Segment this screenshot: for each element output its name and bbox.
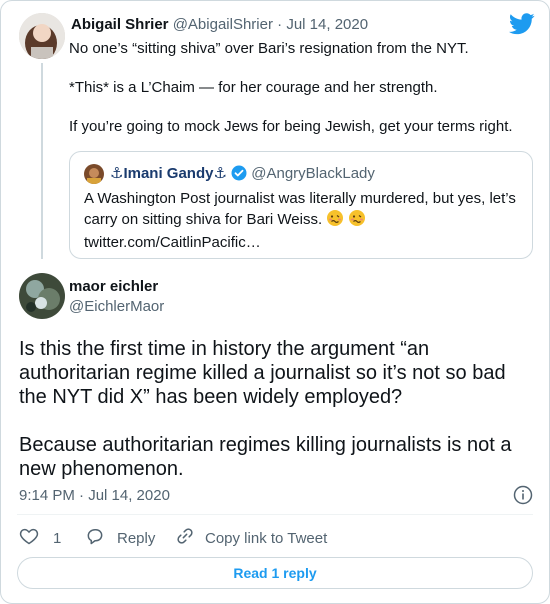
main-tweet-author: maor eichler @EichlerMaor <box>69 277 164 317</box>
thread-connector-line <box>41 63 43 259</box>
reply-icon <box>85 526 105 550</box>
copy-link-action[interactable]: Copy link to Tweet <box>175 526 327 550</box>
main-text-p2-l2: new phenomenon. <box>19 458 184 480</box>
author-name[interactable]: Abigail Shrier <box>71 16 169 33</box>
parent-tweet-text: No one’s “sitting shiva” over Bari’s res… <box>69 39 513 137</box>
divider <box>17 514 533 515</box>
main-text-p1-l1: Is this the first time in history the ar… <box>19 338 430 360</box>
avatar-maor[interactable] <box>19 273 65 319</box>
tweet-date[interactable]: Jul 14, 2020 <box>286 16 368 33</box>
quoted-author-name[interactable]: ⚓Imani Gandy⚓ <box>110 165 227 182</box>
reply-action[interactable]: Reply <box>85 526 155 550</box>
main-author-name[interactable]: maor eichler <box>69 277 164 297</box>
reply-label: Reply <box>117 529 156 547</box>
quoted-header: ⚓Imani Gandy⚓ @AngryBlackLady <box>110 164 375 187</box>
tweet-embed-card: Abigail Shrier @AbigailShrier · Jul 14, … <box>0 0 550 604</box>
main-author-handle[interactable]: @EichlerMaor <box>69 297 164 317</box>
parent-tweet-header: Abigail Shrier @AbigailShrier · Jul 14, … <box>71 15 368 35</box>
parent-text-line2: *This* is a L’Chaim — for her courage an… <box>69 79 438 96</box>
quoted-tweet[interactable]: ⚓Imani Gandy⚓ @AngryBlackLady A Washingt… <box>69 151 533 259</box>
quoted-text-line1: A Washington Post journalist was literal… <box>84 190 516 207</box>
quoted-text: A Washington Post journalist was literal… <box>84 189 516 253</box>
main-tweet-timestamp[interactable]: 9:14 PM · Jul 14, 2020 <box>19 486 170 506</box>
woozy-face-emoji <box>348 209 366 233</box>
read-reply-label: Read 1 reply <box>233 565 317 581</box>
parent-text-line1: No one’s “sitting shiva” over Bari’s res… <box>69 40 469 57</box>
quoted-link[interactable]: twitter.com/CaitlinPacific… <box>84 233 516 253</box>
main-text-p1-l2: authoritarian regime killed a journalist… <box>19 362 506 384</box>
heart-icon <box>19 526 39 550</box>
woozy-face-emoji <box>326 209 344 233</box>
avatar-abigail[interactable] <box>19 13 65 59</box>
main-text-p1-l3: the NYT did X” has been widely employed? <box>19 386 403 408</box>
copy-link-label: Copy link to Tweet <box>205 529 328 547</box>
verified-badge-icon <box>231 165 247 187</box>
link-icon <box>175 526 195 550</box>
quoted-author-handle[interactable]: @AngryBlackLady <box>251 165 375 182</box>
main-text-p2-l1: Because authoritarian regimes killing jo… <box>19 434 512 456</box>
separator-dot: · <box>277 16 283 33</box>
avatar-imani <box>84 164 104 184</box>
author-handle[interactable]: @AbigailShrier <box>173 16 273 33</box>
like-action[interactable]: 1 <box>19 526 61 550</box>
parent-text-line3: If you’re going to mock Jews for being J… <box>69 118 513 135</box>
info-icon[interactable] <box>513 485 533 505</box>
twitter-bird-icon[interactable] <box>508 13 535 35</box>
quoted-text-line2-wrap: carry on sitting shiva for Bari Weiss. <box>84 209 516 233</box>
like-count: 1 <box>53 529 62 547</box>
main-tweet-text: Is this the first time in history the ar… <box>19 337 511 481</box>
read-reply-button[interactable]: Read 1 reply <box>17 557 533 589</box>
quoted-text-line2: carry on sitting shiva for Bari Weiss. <box>84 211 323 228</box>
